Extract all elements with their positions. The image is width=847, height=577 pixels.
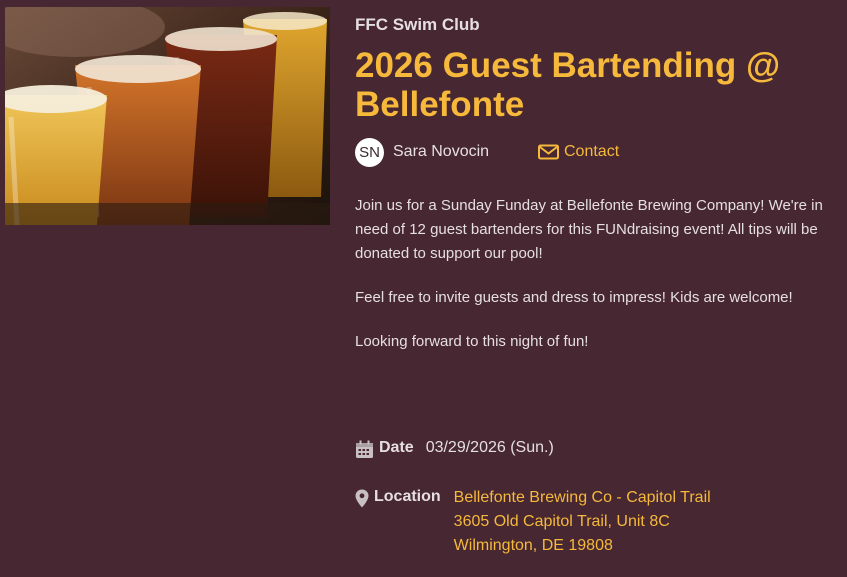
organizer: SN Sara Novocin [355,136,489,168]
event-hero-image [5,7,330,225]
location-street: 3605 Old Capitol Trail, Unit 8C [453,513,670,530]
map-pin-icon [355,489,369,508]
contact-label: Contact [564,143,620,160]
organizer-name: Sara Novocin [393,143,490,160]
event-title: 2026 Guest Bartending @ Bellefonte [355,46,781,124]
envelope-icon [538,144,559,160]
description-paragraph: Join us for a Sunday Funday at Bellefont… [355,197,823,262]
date-value: 03/29/2026 (Sun.) [425,439,554,456]
date-label-group: Date [355,439,414,459]
avatar: SN [355,137,384,167]
contact-link[interactable]: Contact [538,143,619,161]
location-venue: Bellefonte Brewing Co - Capitol Trail [453,489,711,506]
location-label-group: Location [355,488,441,558]
beer-flight-photo [5,7,330,225]
description-paragraph: Looking forward to this night of fun! [355,333,589,350]
location-address-link[interactable]: Bellefonte Brewing Co - Capitol Trail 36… [454,486,711,558]
event-location: Location Bellefonte Brewing Co - Capitol… [355,488,711,558]
event-description: Join us for a Sunday Funday at Bellefont… [355,194,835,374]
location-city: Wilmington, DE 19808 [453,537,613,554]
event-date: Date 03/29/2026 (Sun.) [355,439,554,459]
calendar-icon [356,440,373,458]
date-label: Date [379,439,414,456]
location-label: Location [374,488,441,505]
description-paragraph: Feel free to invite guests and dress to … [355,289,793,306]
organization-name: FFC Swim Club [355,15,480,34]
